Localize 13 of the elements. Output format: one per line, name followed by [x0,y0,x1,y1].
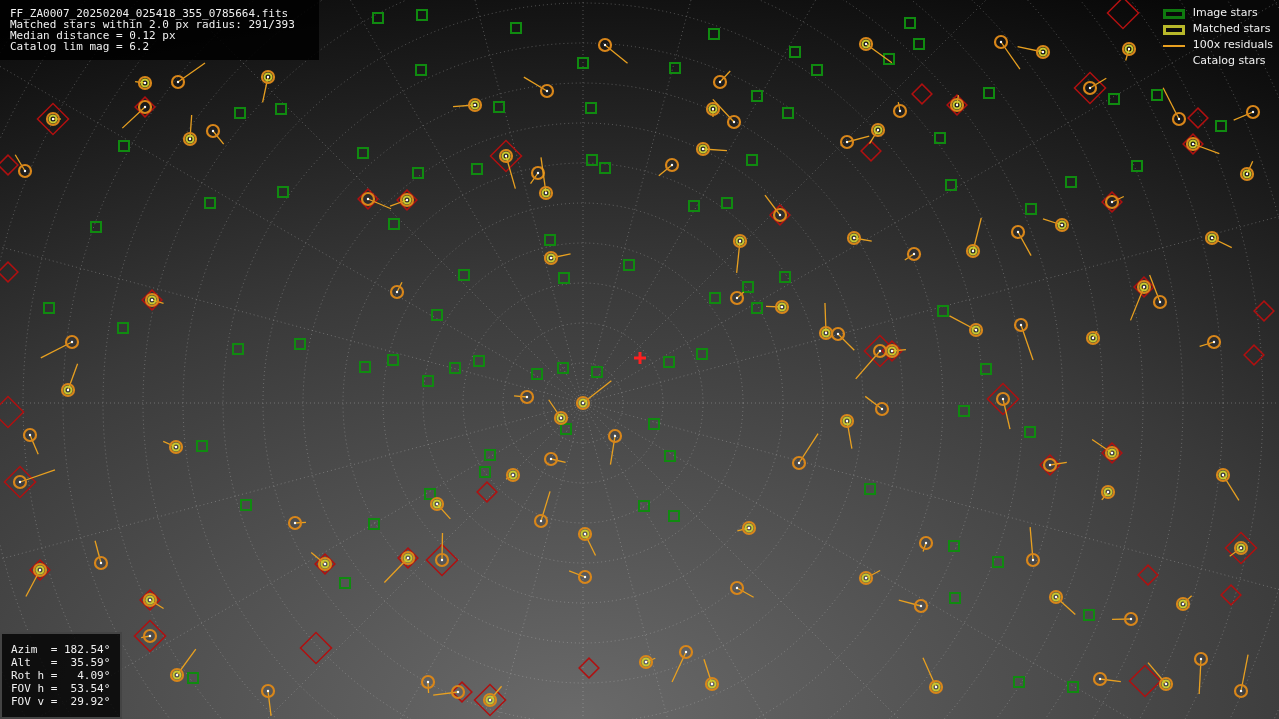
pointing-text: FOV h = 53.54° [11,682,111,695]
legend-label: Matched stars [1192,21,1271,38]
pointing-text: Alt = 35.59° [11,656,111,669]
legend-label: Image stars [1192,5,1258,22]
info-text: FF_ZA0007_20250204_025418_355_0785664.fits [10,8,290,19]
legend-label: Catalog stars [1192,53,1266,70]
pointing-text: Azim = 182.54° [11,643,111,656]
info-text: Matched stars within 2.0 px radius: 291/393 [10,19,296,30]
pointing-text: FOV v = 29.92° [11,695,111,708]
legend-label: 100x residuals [1192,37,1273,54]
pointing-text: Rot h = 4.09° [11,669,111,682]
info-text: Median distance = 0.12 px [10,30,176,41]
info-text: Catalog lim mag = 6.2 [10,41,151,52]
